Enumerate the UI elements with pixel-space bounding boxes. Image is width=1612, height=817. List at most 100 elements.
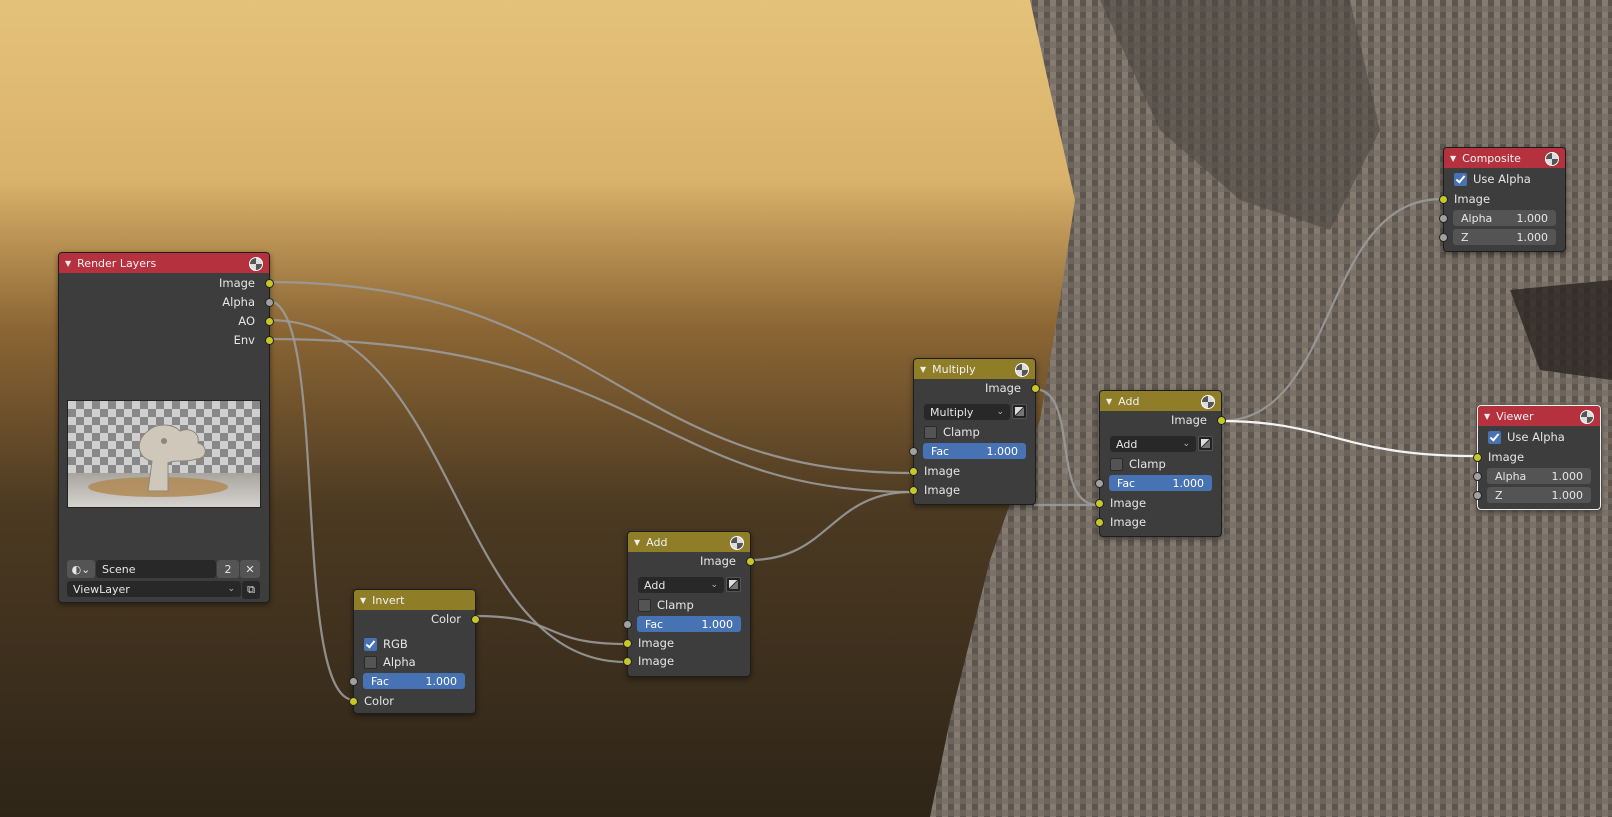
blend-mode-dropdown[interactable]: Add ⌄	[638, 577, 724, 593]
fac-slider[interactable]: Fac 1.000	[1109, 475, 1212, 491]
socket-in-image-2[interactable]	[623, 657, 632, 666]
chevron-down-icon: ⌄	[710, 580, 718, 590]
fac-slider[interactable]: Fac 1.000	[363, 673, 465, 689]
add-header[interactable]: ▼ Add	[1100, 391, 1221, 411]
scene-name-field[interactable]: Scene	[96, 560, 216, 578]
use-alpha-checkbox[interactable]	[1454, 172, 1467, 186]
socket-in-image-2[interactable]	[909, 486, 918, 495]
socket-out-ao[interactable]	[265, 317, 274, 326]
socket-in-fac[interactable]	[349, 677, 358, 686]
use-alpha-toggle-icon[interactable]	[1198, 436, 1213, 451]
socket-in-image-2[interactable]	[1095, 518, 1104, 527]
preview-toggle-icon[interactable]	[1580, 410, 1594, 424]
socket-out-color[interactable]	[471, 615, 480, 624]
output-image: Image	[1170, 413, 1207, 427]
socket-out-alpha[interactable]	[265, 298, 274, 307]
socket-out-image[interactable]	[746, 557, 755, 566]
collapse-arrow-icon[interactable]: ▼	[1106, 397, 1112, 406]
multiply-node[interactable]: ▼ Multiply Image Multiply ⌄ Clamp Fac 1.…	[909, 358, 1040, 505]
render-layers-node[interactable]: ▼ Render Layers Image Alpha AO Env ◐⌄ Sc…	[58, 252, 274, 603]
node-title: Invert	[372, 593, 405, 607]
preview-toggle-icon[interactable]	[1015, 363, 1029, 377]
clamp-checkbox[interactable]	[638, 598, 651, 612]
z-value-field[interactable]: Z 1.000	[1487, 487, 1591, 503]
input-image-2: Image	[1110, 515, 1147, 529]
socket-in-image[interactable]	[1439, 195, 1448, 204]
multiply-header[interactable]: ▼ Multiply	[914, 359, 1035, 379]
alpha-checkbox[interactable]	[364, 655, 377, 669]
add-node-2[interactable]: ▼ Add Image Add ⌄ Clamp Fac 1.000 Image …	[1095, 390, 1226, 537]
use-alpha-toggle-icon[interactable]	[726, 577, 741, 592]
preview-toggle-icon[interactable]	[1545, 152, 1559, 166]
clamp-checkbox-row[interactable]: Clamp	[1110, 455, 1166, 473]
collapse-arrow-icon[interactable]: ▼	[1450, 154, 1456, 163]
collapse-arrow-icon[interactable]: ▼	[65, 259, 71, 268]
socket-in-alpha[interactable]	[1473, 472, 1482, 481]
close-icon: ✕	[245, 562, 255, 576]
collapse-arrow-icon[interactable]: ▼	[634, 538, 640, 547]
scene-browse-button[interactable]: ◐⌄	[67, 560, 95, 578]
node-title: Multiply	[932, 362, 976, 376]
socket-out-image[interactable]	[265, 279, 274, 288]
socket-in-z[interactable]	[1439, 233, 1448, 242]
invert-node[interactable]: ▼ Invert Color RGB Alpha Fac 1.000 Color	[349, 589, 480, 714]
rgb-checkbox[interactable]	[364, 637, 377, 651]
clamp-checkbox-row[interactable]: Clamp	[924, 423, 980, 441]
node-title: Add	[1118, 394, 1140, 408]
clamp-checkbox[interactable]	[1110, 457, 1123, 471]
collapse-arrow-icon[interactable]: ▼	[1484, 412, 1490, 421]
fac-slider[interactable]: Fac 1.000	[923, 443, 1026, 459]
use-alpha-checkbox-row[interactable]: Use Alpha	[1454, 170, 1531, 188]
node-title: Render Layers	[77, 256, 157, 270]
use-alpha-toggle-icon[interactable]	[1012, 404, 1027, 419]
fac-slider[interactable]: Fac 1.000	[637, 616, 741, 632]
socket-in-alpha[interactable]	[1439, 214, 1448, 223]
socket-in-image[interactable]	[1473, 453, 1482, 462]
clamp-checkbox[interactable]	[924, 425, 937, 439]
folder-icon: ⧉	[247, 583, 255, 596]
input-image-2: Image	[924, 483, 961, 497]
view-layer-dropdown[interactable]: ViewLayer ⌄	[67, 581, 241, 597]
scene-unlink-button[interactable]: ✕	[240, 560, 260, 578]
add-node-1[interactable]: ▼ Add Image Add ⌄ Clamp Fac 1.000 Image …	[623, 531, 755, 677]
socket-in-fac[interactable]	[909, 447, 918, 456]
socket-in-fac[interactable]	[623, 620, 632, 629]
collapse-arrow-icon[interactable]: ▼	[920, 365, 926, 374]
preview-toggle-icon[interactable]	[730, 536, 744, 550]
composite-header[interactable]: ▼ Composite	[1444, 148, 1565, 168]
socket-out-image[interactable]	[1031, 384, 1040, 393]
add-header[interactable]: ▼ Add	[628, 532, 750, 552]
socket-in-image-1[interactable]	[1095, 499, 1104, 508]
output-env: Env	[233, 333, 255, 347]
use-alpha-checkbox[interactable]	[1488, 430, 1501, 444]
view-layer-browse-button[interactable]: ⧉	[242, 581, 260, 599]
viewer-node[interactable]: ▼ Viewer Use Alpha Image Alpha 1.000 Z 1…	[1473, 405, 1601, 510]
invert-header[interactable]: ▼ Invert	[354, 590, 475, 610]
alpha-value-field[interactable]: Alpha 1.000	[1487, 468, 1591, 484]
use-alpha-checkbox-row[interactable]: Use Alpha	[1488, 428, 1565, 446]
preview-toggle-icon[interactable]	[1201, 395, 1215, 409]
composite-node[interactable]: ▼ Composite Use Alpha Image Alpha 1.000 …	[1439, 147, 1566, 252]
blend-mode-dropdown[interactable]: Multiply ⌄	[924, 404, 1010, 420]
z-value-field[interactable]: Z 1.000	[1453, 229, 1556, 245]
rgb-checkbox-row[interactable]: RGB	[364, 635, 408, 653]
scene-users-count[interactable]: 2	[217, 560, 239, 578]
alpha-checkbox-row[interactable]: Alpha	[364, 653, 416, 671]
socket-in-color[interactable]	[349, 697, 358, 706]
socket-in-image-1[interactable]	[623, 639, 632, 648]
socket-in-z[interactable]	[1473, 491, 1482, 500]
socket-in-fac[interactable]	[1095, 479, 1104, 488]
socket-out-image[interactable]	[1217, 416, 1226, 425]
collapse-arrow-icon[interactable]: ▼	[360, 596, 366, 605]
socket-in-image-1[interactable]	[909, 467, 918, 476]
clamp-checkbox-row[interactable]: Clamp	[638, 596, 694, 614]
alpha-value-field[interactable]: Alpha 1.000	[1453, 210, 1556, 226]
socket-out-env[interactable]	[265, 336, 274, 345]
preview-toggle-icon[interactable]	[249, 257, 263, 271]
render-layers-header[interactable]: ▼ Render Layers	[59, 253, 269, 273]
input-image: Image	[1454, 192, 1491, 206]
input-image-2: Image	[638, 654, 675, 668]
viewer-header[interactable]: ▼ Viewer	[1478, 406, 1600, 426]
output-image: Image	[218, 276, 255, 290]
blend-mode-dropdown[interactable]: Add ⌄	[1110, 436, 1196, 452]
